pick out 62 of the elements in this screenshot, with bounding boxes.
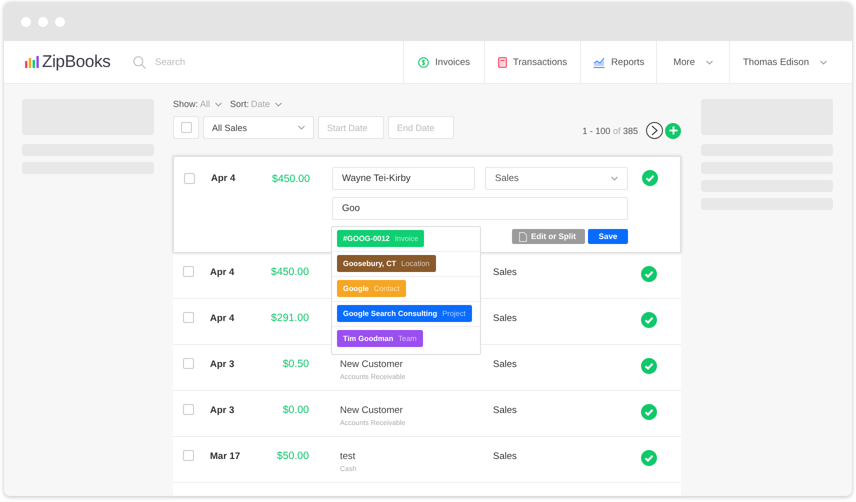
amount-text: $450.00 bbox=[270, 266, 309, 278]
amount-text: $0.00 bbox=[282, 404, 309, 416]
logo-text: ZipBooks bbox=[42, 52, 110, 72]
line-chart-icon bbox=[593, 56, 606, 68]
next-page-button[interactable] bbox=[646, 122, 663, 139]
nav-link[interactable]: Reports bbox=[580, 41, 656, 83]
checkbox[interactable] bbox=[183, 450, 194, 461]
checkbox[interactable] bbox=[180, 122, 192, 133]
amount-text: $0.50 bbox=[282, 358, 309, 370]
category-text: Sales bbox=[492, 358, 518, 370]
checkbox[interactable] bbox=[183, 312, 194, 323]
save-button[interactable]: Save bbox=[588, 229, 628, 244]
receipt-icon bbox=[498, 56, 508, 68]
nav-link[interactable]: More bbox=[656, 41, 729, 83]
date-field[interactable]: End Date bbox=[388, 116, 454, 139]
memo-field[interactable]: Goo bbox=[332, 197, 628, 220]
pagination-text: 1 - 100 of 385 bbox=[582, 126, 638, 136]
checkbox[interactable] bbox=[183, 358, 194, 369]
amount-text: $450.00 bbox=[271, 172, 310, 185]
caret-icon bbox=[611, 176, 618, 181]
checkbox[interactable] bbox=[184, 173, 195, 184]
payee-field[interactable]: Wayne Tei-Kirby bbox=[332, 167, 475, 190]
bar-chart-icon bbox=[25, 56, 39, 68]
sort-dropdown[interactable]: Show: All bbox=[173, 99, 222, 109]
caret-icon bbox=[706, 60, 713, 64]
window-dot-icon bbox=[38, 16, 48, 26]
caret-icon bbox=[215, 102, 222, 106]
sort-dropdown[interactable]: Sort: Date bbox=[230, 99, 282, 109]
date-text: Apr 4 bbox=[211, 172, 236, 184]
category-text: Sales bbox=[492, 450, 518, 462]
search-icon bbox=[133, 56, 146, 68]
window-dot-icon bbox=[55, 16, 65, 26]
date-text: Apr 3 bbox=[210, 358, 236, 370]
description-text: New Customer bbox=[340, 405, 404, 416]
document-icon bbox=[519, 232, 527, 242]
caret-icon bbox=[820, 60, 827, 64]
chevron-right-icon bbox=[650, 125, 659, 136]
plus-icon bbox=[668, 126, 678, 135]
date-text: Mar 17 bbox=[210, 450, 242, 462]
amount-text: $50.00 bbox=[276, 450, 309, 462]
amount-text: $291.00 bbox=[270, 312, 309, 324]
category-text: Sales bbox=[492, 312, 518, 324]
description-text: New Customer bbox=[340, 359, 404, 370]
nav-link[interactable]: Invoices bbox=[403, 41, 484, 83]
search-input[interactable]: Search bbox=[153, 56, 273, 68]
dollar-circle-icon bbox=[418, 56, 430, 68]
category-select[interactable]: Sales bbox=[485, 167, 628, 190]
caret-icon bbox=[298, 125, 305, 130]
nav-link[interactable]: Thomas Edison bbox=[728, 41, 852, 83]
checkbox[interactable] bbox=[183, 404, 194, 415]
date-text: Apr 4 bbox=[210, 266, 236, 278]
date-text: Apr 4 bbox=[210, 312, 236, 324]
date-text: Apr 3 bbox=[210, 404, 236, 416]
type-select[interactable]: All Sales bbox=[203, 116, 314, 139]
date-field[interactable]: Start Date bbox=[318, 116, 384, 139]
caret-icon bbox=[275, 102, 282, 106]
window-dot-icon bbox=[21, 16, 31, 26]
checkbox[interactable] bbox=[183, 266, 194, 277]
category-text: Sales bbox=[492, 266, 518, 278]
category-text: Sales bbox=[492, 404, 518, 416]
description-text: test bbox=[340, 451, 356, 462]
nav-link[interactable]: Transactions bbox=[484, 41, 580, 83]
